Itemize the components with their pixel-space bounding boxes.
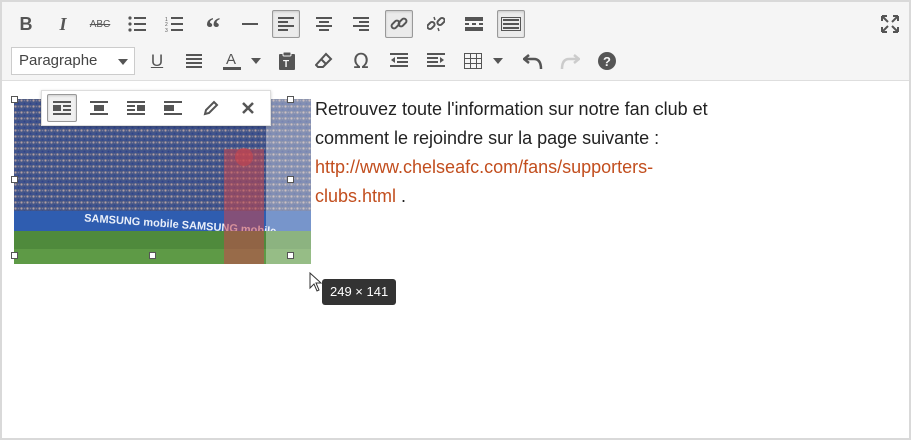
image-remove-button[interactable] bbox=[233, 94, 263, 122]
image-align-right-button[interactable] bbox=[121, 94, 151, 122]
align-none-icon bbox=[164, 101, 182, 115]
fullscreen-button[interactable] bbox=[876, 10, 904, 38]
italic-icon: I bbox=[59, 13, 67, 34]
outdent-button[interactable] bbox=[385, 47, 413, 75]
image-align-none-button[interactable] bbox=[158, 94, 188, 122]
horizontal-rule-button[interactable] bbox=[236, 10, 264, 38]
edit-icon bbox=[203, 100, 219, 116]
strikethrough-button[interactable]: ABC bbox=[86, 10, 114, 38]
bullet-list-button[interactable] bbox=[123, 10, 151, 38]
italic-button[interactable]: I bbox=[49, 10, 77, 38]
quote-icon: “ bbox=[205, 12, 221, 45]
table-button[interactable] bbox=[459, 47, 487, 75]
resize-handle-s[interactable] bbox=[149, 252, 156, 259]
align-right-button[interactable] bbox=[347, 10, 375, 38]
indent-button[interactable] bbox=[422, 47, 450, 75]
remove-icon bbox=[242, 102, 254, 114]
clear-formatting-button[interactable] bbox=[310, 47, 338, 75]
svg-text:T: T bbox=[283, 59, 289, 70]
editor-toolbar: B I ABC 123 “ Paragraphe U A T Ω ? bbox=[2, 2, 909, 81]
table-icon bbox=[464, 53, 482, 69]
image-align-left-button[interactable] bbox=[47, 94, 77, 122]
chevron-down-icon bbox=[493, 58, 503, 64]
paragraph-end: . bbox=[396, 186, 407, 206]
unlink-icon bbox=[427, 16, 445, 32]
image-align-center-button[interactable] bbox=[84, 94, 114, 122]
image-edit-button[interactable] bbox=[196, 94, 226, 122]
paragraph-text: Retrouvez toute l'information sur notre … bbox=[315, 99, 708, 148]
editor: B I ABC 123 “ Paragraphe U A T Ω ? SAMSU… bbox=[0, 0, 911, 440]
redo-icon bbox=[560, 54, 580, 70]
image-toolbar bbox=[41, 90, 271, 126]
mouse-cursor-icon bbox=[309, 272, 323, 292]
numbered-list-button[interactable]: 123 bbox=[160, 10, 188, 38]
clipboard-icon: T bbox=[279, 51, 295, 70]
special-character-button[interactable]: Ω bbox=[347, 47, 375, 75]
justify-icon bbox=[186, 54, 202, 68]
resize-handle-ne[interactable] bbox=[287, 96, 294, 103]
text-color-button[interactable]: A bbox=[218, 47, 246, 75]
resize-handle-w[interactable] bbox=[11, 176, 18, 183]
underline-icon: U bbox=[150, 51, 164, 70]
justify-button[interactable] bbox=[180, 47, 208, 75]
keyboard-icon bbox=[501, 17, 521, 31]
indent-icon bbox=[427, 53, 445, 67]
resize-handle-nw[interactable] bbox=[11, 96, 18, 103]
help-button[interactable]: ? bbox=[593, 47, 621, 75]
link-line-2: clubs.html bbox=[315, 186, 397, 206]
bold-button[interactable]: B bbox=[12, 10, 40, 38]
hr-icon bbox=[242, 23, 258, 25]
resize-handle-e[interactable] bbox=[287, 176, 294, 183]
text-color-icon: A bbox=[223, 51, 241, 70]
paste-as-text-button[interactable]: T bbox=[273, 47, 301, 75]
table-dropdown[interactable] bbox=[488, 47, 508, 75]
resize-handle-sw[interactable] bbox=[11, 252, 18, 259]
align-left-button[interactable] bbox=[272, 10, 300, 38]
content-paragraph[interactable]: Retrouvez toute l'information sur notre … bbox=[315, 95, 735, 211]
svg-text:3: 3 bbox=[165, 28, 168, 32]
text-color-dropdown[interactable] bbox=[246, 47, 266, 75]
help-icon: ? bbox=[598, 52, 616, 70]
outdent-icon bbox=[390, 53, 408, 67]
align-left-icon bbox=[53, 101, 71, 115]
chevron-down-icon bbox=[251, 58, 261, 64]
format-select-value: Paragraphe bbox=[19, 52, 98, 69]
image-size-tooltip: 249 × 141 bbox=[322, 279, 397, 305]
align-right-icon bbox=[127, 101, 145, 115]
align-center-button[interactable] bbox=[310, 10, 338, 38]
bold-icon: B bbox=[19, 13, 33, 34]
editor-content[interactable]: SAMSUNG mobile SAMSUNG mobile Retrouvez … bbox=[2, 81, 909, 438]
svg-text:A: A bbox=[226, 51, 236, 68]
eraser-icon bbox=[315, 52, 333, 68]
link-icon bbox=[390, 17, 408, 30]
align-center-icon bbox=[316, 17, 332, 31]
resize-handle-se[interactable] bbox=[287, 252, 294, 259]
align-right-icon bbox=[353, 17, 369, 31]
bullet-list-icon bbox=[128, 16, 146, 32]
align-center-icon bbox=[90, 101, 108, 115]
undo-button[interactable] bbox=[519, 47, 547, 75]
numbered-list-icon: 123 bbox=[165, 17, 183, 32]
link-line-1: http://www.chelseafc.com/fans/supporters… bbox=[315, 157, 654, 177]
supporters-club-link[interactable]: http://www.chelseafc.com/fans/supporters… bbox=[315, 157, 653, 206]
toolbar-toggle-button[interactable] bbox=[497, 10, 525, 38]
blockquote-button[interactable]: “ bbox=[199, 10, 227, 44]
omega-icon: Ω bbox=[353, 49, 369, 73]
strikethrough-icon: ABC bbox=[89, 18, 111, 30]
read-more-icon bbox=[465, 17, 483, 31]
svg-text:?: ? bbox=[603, 54, 611, 69]
redo-button[interactable] bbox=[556, 47, 584, 75]
read-more-button[interactable] bbox=[460, 10, 488, 38]
chevron-down-icon bbox=[118, 59, 128, 65]
format-select[interactable]: Paragraphe bbox=[11, 47, 135, 75]
align-left-icon bbox=[278, 17, 294, 31]
underline-button[interactable]: U bbox=[143, 47, 171, 75]
fullscreen-icon bbox=[881, 15, 899, 33]
undo-icon bbox=[523, 54, 543, 70]
insert-link-button[interactable] bbox=[385, 10, 413, 38]
remove-link-button[interactable] bbox=[422, 10, 450, 38]
